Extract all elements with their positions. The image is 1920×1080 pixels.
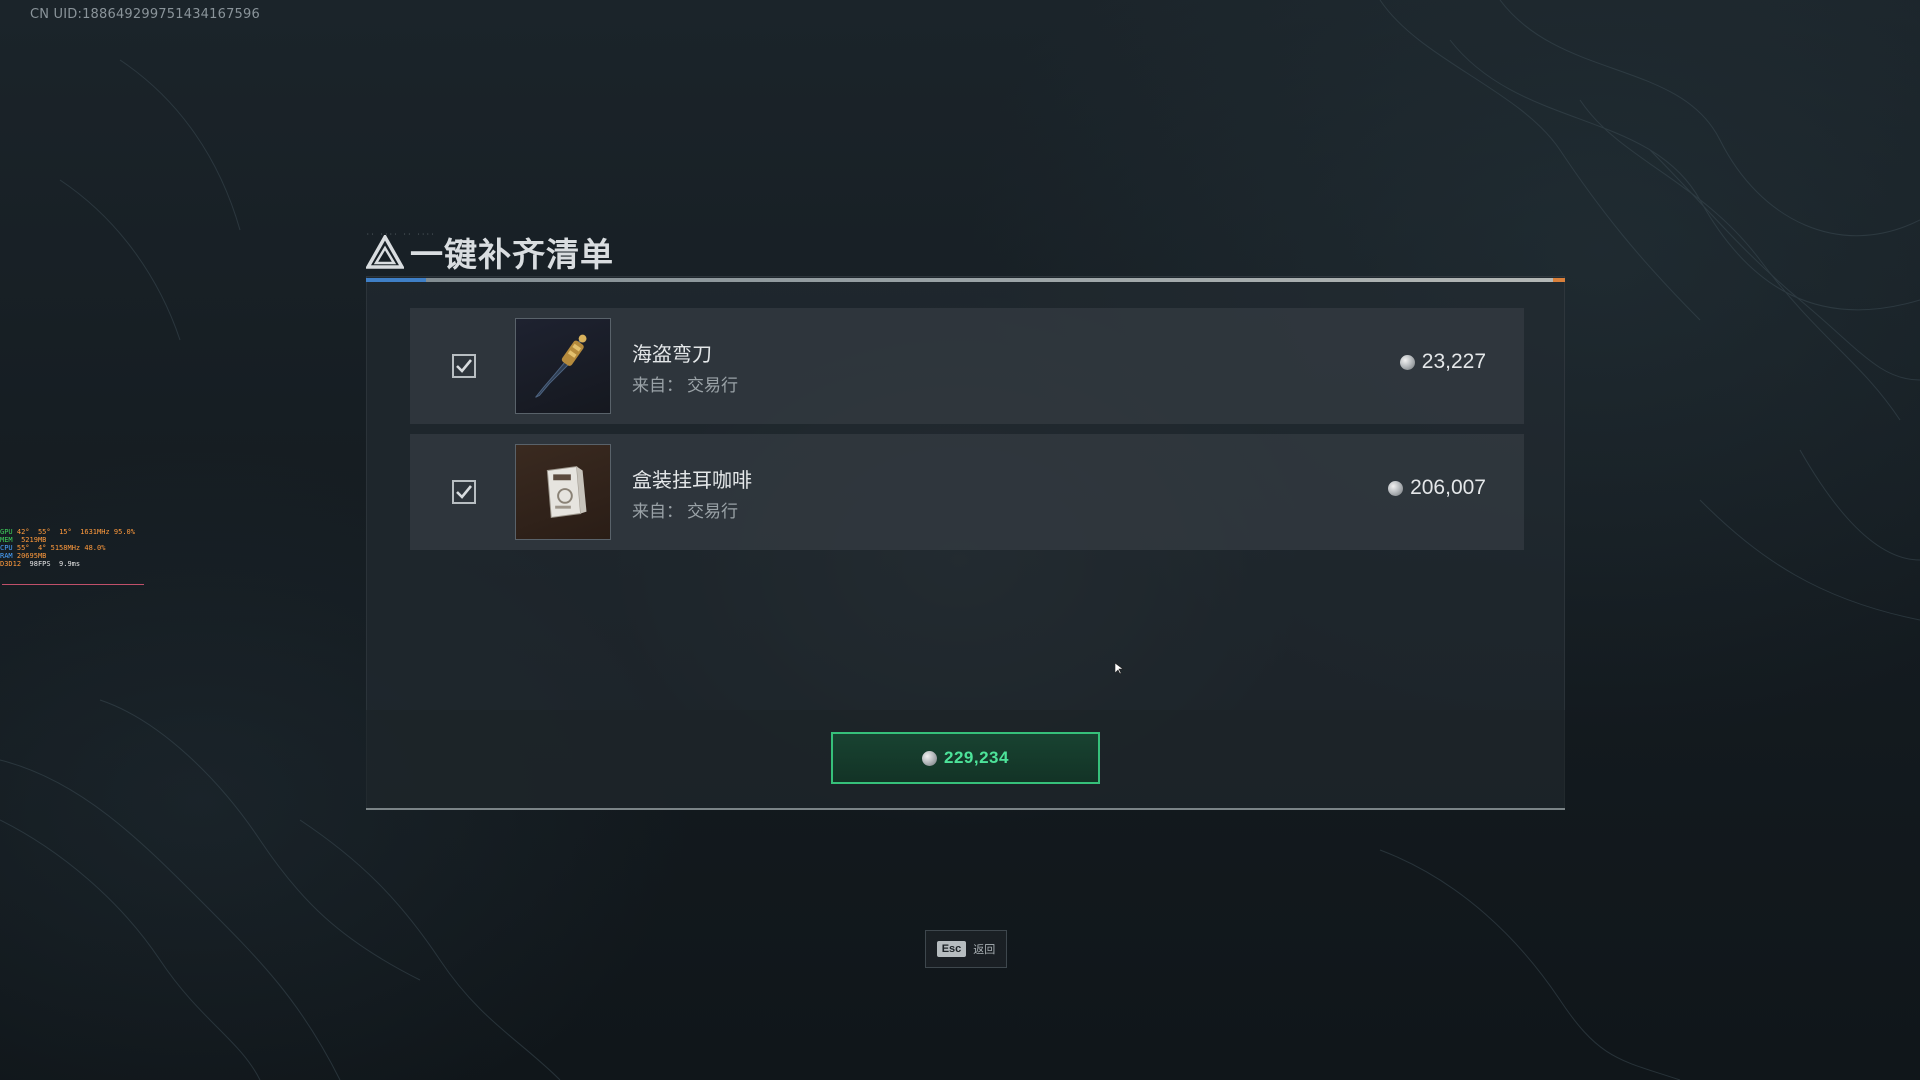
coin-icon (1388, 480, 1404, 496)
player-uid: CN UID:18864929975143416759​6 (30, 7, 260, 22)
total-price: 229,234 (944, 748, 1009, 767)
item-checkbox[interactable] (452, 480, 476, 504)
list-item: 海盗弯刀 来自： 交易行 23,227 (410, 308, 1524, 424)
coin-icon (922, 750, 938, 766)
checkmark-icon (456, 359, 473, 373)
panel-top-border (366, 278, 1565, 282)
pirate-cutlass-icon (515, 318, 611, 414)
purchase-total-button[interactable]: 229,234 (831, 732, 1100, 784)
triangle-alert-icon (366, 235, 404, 269)
item-source: 来自： 交易行 (632, 376, 738, 396)
item-name: 海盗弯刀 (632, 342, 712, 366)
item-checkbox[interactable] (452, 354, 476, 378)
back-button[interactable]: Esc 返回 (925, 930, 1007, 968)
list-item: 盒装挂耳咖啡 来自： 交易行 206,007 (410, 434, 1524, 550)
performance-overlay: GPU 42° 55° 15° 1631MHz 95.0% MEM 5219MB… (0, 528, 200, 585)
perf-row-d3d12: D3D12 98FPS 9.9ms (0, 560, 81, 568)
esc-key-badge: Esc (936, 941, 967, 957)
mouse-cursor-icon (1115, 663, 1124, 675)
item-price-value: 23,227 (1421, 350, 1486, 373)
item-source: 来自： 交易行 (632, 502, 738, 522)
dialog-title: 一键补齐清单 (410, 235, 614, 274)
item-price: 206,007 (1388, 476, 1486, 500)
item-name: 盒装挂耳咖啡 (632, 468, 752, 492)
item-price-value: 206,007 (1410, 476, 1486, 499)
checkmark-icon (456, 485, 473, 499)
perf-row-ram: RAM 20695MB (0, 552, 47, 560)
perf-row-cpu: CPU 55° 4° 5158MHz 48.0% (0, 544, 106, 552)
panel-bottom-border (366, 808, 1565, 810)
dialog-header: 一键补齐清单 (366, 230, 614, 274)
item-price: 23,227 (1399, 350, 1486, 374)
boxed-drip-coffee-icon (515, 444, 611, 540)
perf-row-mem: MEM 5219MB (0, 536, 47, 544)
back-label: 返回 (973, 943, 996, 956)
frametime-graph (2, 584, 144, 585)
perf-row-gpu: GPU 42° 55° 15° 1631MHz 95.0% (0, 528, 135, 536)
coin-icon (1399, 354, 1415, 370)
